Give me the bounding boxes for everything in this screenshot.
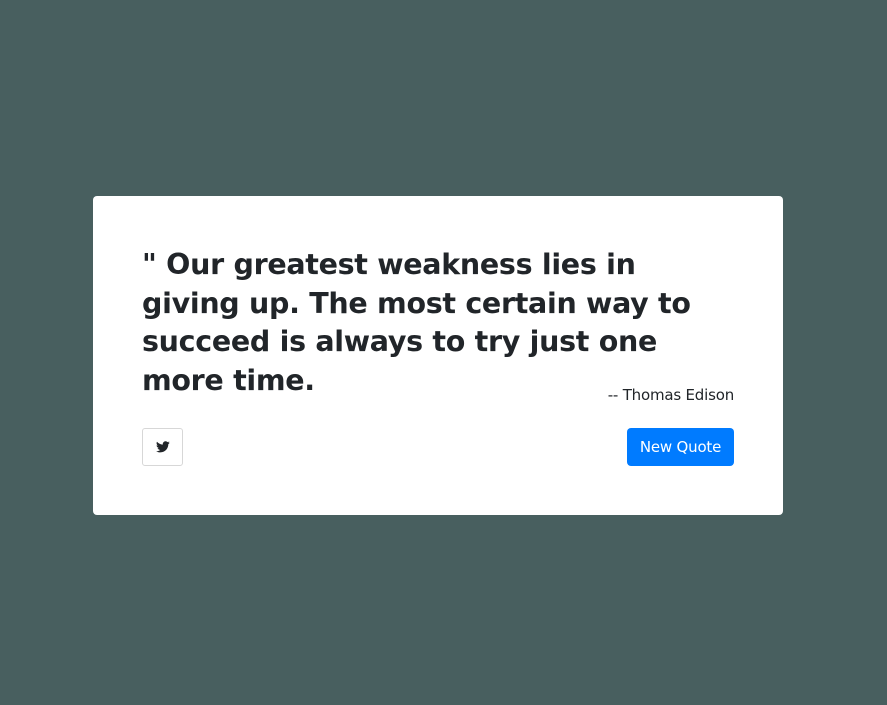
quote-author: -- Thomas Edison: [607, 386, 734, 404]
new-quote-button[interactable]: New Quote: [627, 428, 734, 466]
quote-text: " Our greatest weakness lies in giving u…: [142, 248, 691, 397]
tweet-quote-button[interactable]: [142, 428, 183, 466]
quote-card: " Our greatest weakness lies in giving u…: [93, 196, 783, 515]
twitter-icon: [155, 441, 170, 453]
